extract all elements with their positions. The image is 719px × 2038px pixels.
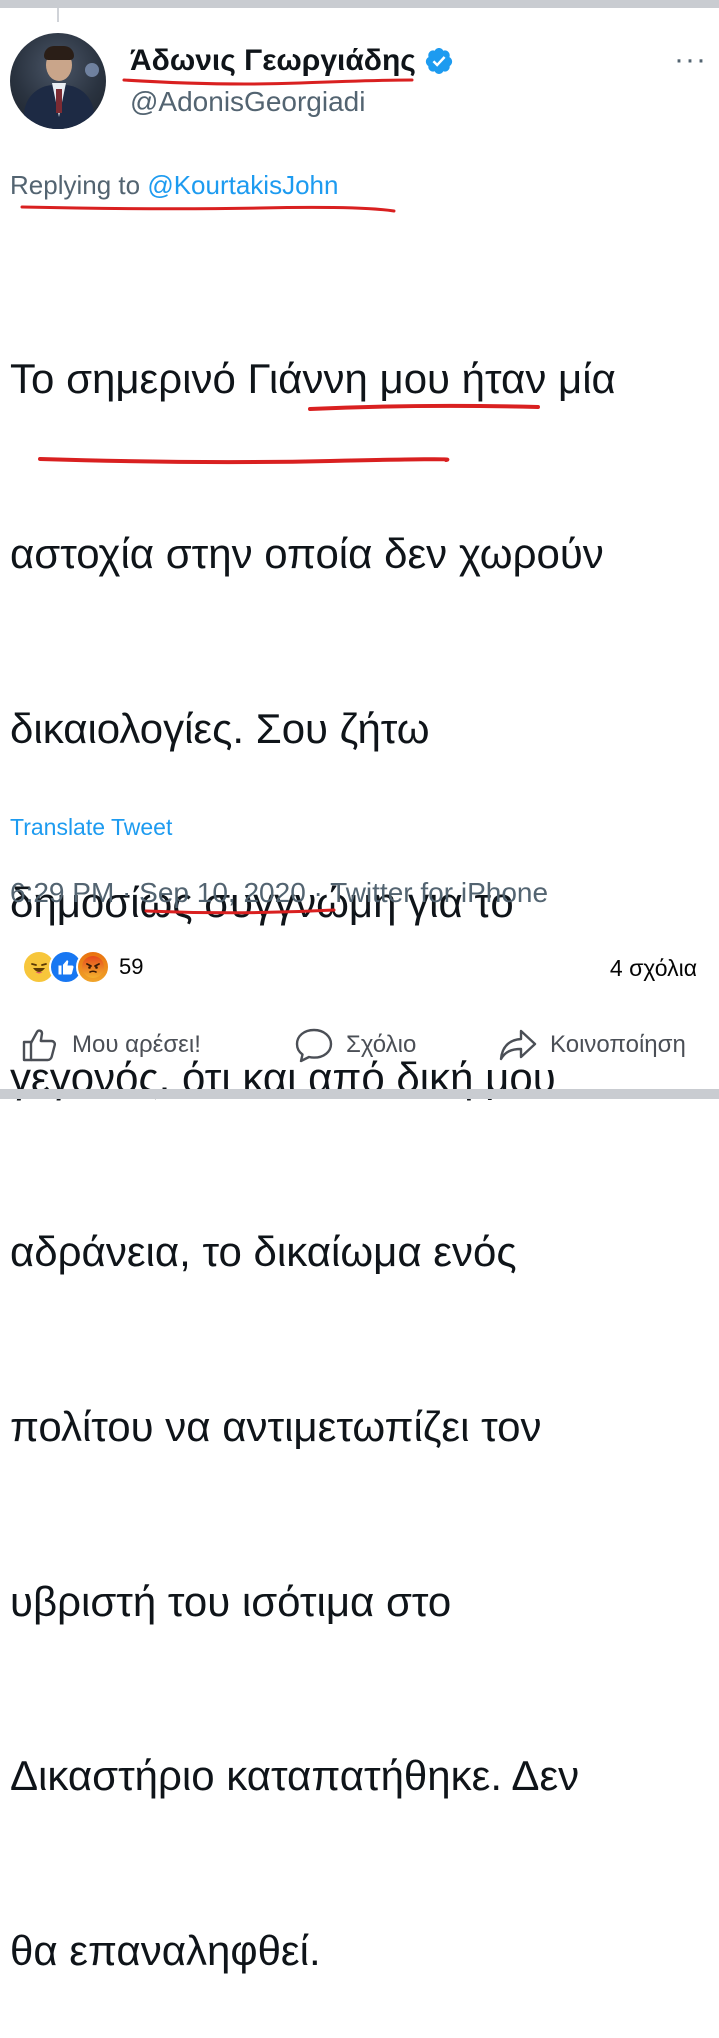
avatar[interactable] (10, 33, 106, 129)
like-button[interactable]: Μου αρέσει! (20, 1025, 201, 1065)
meta-separator: · (305, 877, 331, 908)
bottom-divider (0, 1089, 719, 1099)
tweet-text-line: θα επαναληφθεί. (10, 1926, 321, 1974)
tweet-text-line: πολίτου να αντιμετωπίζει τον (10, 1403, 542, 1451)
more-options-icon[interactable]: ··· (674, 45, 707, 75)
author-name-row[interactable]: Άδωνις Γεωργιάδης (130, 40, 454, 82)
tweet-text-line: Δικαστήριο καταπατήθηκε. Δεν (10, 1752, 580, 1800)
tweet-text-line: υβριστή του ισότιμα στο (10, 1577, 452, 1625)
verified-badge-icon (425, 48, 453, 74)
underline-reply-mention (20, 205, 396, 213)
reaction-count: 59 (119, 954, 144, 979)
avatar-tie (56, 89, 62, 113)
thumbs-up-icon (22, 1029, 57, 1062)
share-arrow-icon (499, 1029, 537, 1061)
like-button-label: Μου αρέσει! (72, 1031, 201, 1058)
comment-button-label: Σχόλιο (346, 1031, 417, 1058)
display-name[interactable]: Άδωνις Γεωργιάδης (130, 44, 416, 78)
tweet-text-line: δικαιολογίες. Σου ζήτω (10, 704, 430, 752)
replying-to-label: Replying to (10, 170, 141, 200)
translate-tweet-link[interactable]: Translate Tweet (10, 814, 172, 841)
meta-separator: · (114, 877, 140, 908)
avatar-hair (44, 46, 74, 60)
replying-to-line: Replying to @KourtakisJohn (10, 170, 338, 201)
tweet-text: Το σημερινό Γιάννη μου ήταν μία αστοχία … (10, 234, 710, 2038)
reply-mention-link[interactable]: @KourtakisJohn (147, 170, 338, 200)
tweet-time[interactable]: 6:29 PM (10, 877, 114, 908)
tweet-text-line: αστοχία στην οποία δεν χωρούν (10, 530, 604, 578)
comment-button[interactable]: Σχόλιο (294, 1025, 416, 1065)
tweet-metadata: 6:29 PM · Sep 10, 2020 · Twitter for iPh… (10, 877, 548, 909)
tweet-text-line: αδράνεια, το δικαίωμα ενός (10, 1228, 517, 1276)
tweet-text-line: Το σημερινό Γιάννη μου ήταν μία (10, 355, 616, 403)
top-divider (0, 0, 719, 8)
reactions-summary[interactable]: 59 (22, 950, 144, 984)
avatar-background-flag (85, 63, 99, 77)
angry-reaction-icon (76, 950, 110, 984)
share-button[interactable]: Κοινοποίηση (498, 1025, 686, 1065)
top-divider-tick (57, 8, 59, 22)
tweet-date[interactable]: Sep 10, 2020 (139, 877, 306, 908)
comment-bubble-icon (295, 1028, 333, 1063)
share-button-label: Κοινοποίηση (550, 1031, 686, 1058)
tweet-source[interactable]: Twitter for iPhone (330, 877, 548, 908)
user-handle[interactable]: @AdonisGeorgiadi (130, 86, 365, 118)
comments-count-link[interactable]: 4 σχόλια (610, 955, 697, 982)
